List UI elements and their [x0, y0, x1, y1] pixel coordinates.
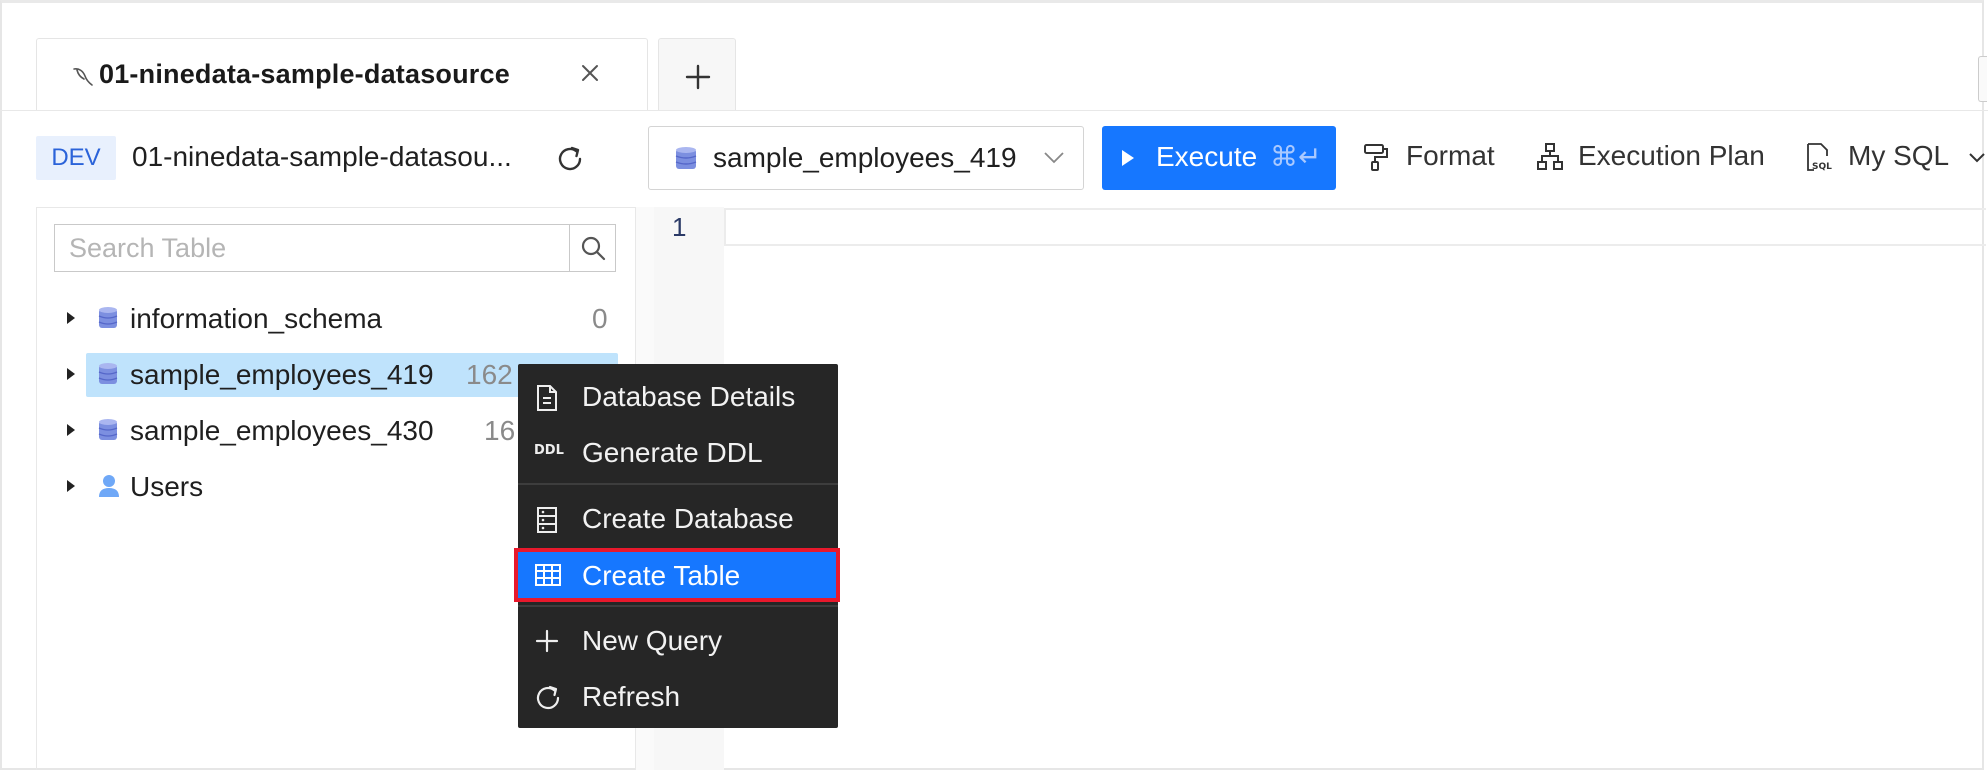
search-button[interactable] — [569, 225, 616, 271]
mysql-dolphin-icon — [73, 68, 93, 86]
sql-file-icon: SQL — [1807, 143, 1832, 172]
menu-item-refresh[interactable]: Refresh — [518, 672, 838, 720]
mysql-label: My SQL — [1848, 140, 1950, 171]
tab-title: 01-ninedata-sample-datasource — [99, 59, 510, 89]
document-icon — [537, 385, 557, 411]
database-icon — [98, 363, 118, 384]
tree-item-label: information_schema — [130, 303, 383, 334]
execution-plan-label: Execution Plan — [1578, 140, 1765, 171]
execute-button[interactable]: Execute ⌘↵ — [1102, 126, 1336, 190]
menu-item-label: New Query — [582, 625, 723, 656]
tab-datasource[interactable]: 01-ninedata-sample-datasource — [36, 38, 648, 111]
execution-plan-button[interactable]: Execution Plan — [1536, 140, 1776, 174]
menu-separator — [518, 483, 838, 485]
menu-item-new-query[interactable]: New Query — [518, 616, 838, 664]
caret-right-icon[interactable] — [66, 479, 76, 493]
datasource-name: 01-ninedata-sample-datasou... — [132, 141, 512, 172]
highlight-annotation-box — [514, 548, 840, 602]
caret-right-icon[interactable] — [66, 367, 76, 381]
chevron-down-icon — [1969, 153, 1985, 163]
database-icon — [98, 419, 118, 440]
menu-separator — [518, 605, 838, 607]
search-input[interactable] — [55, 225, 567, 271]
reload-icon[interactable] — [554, 143, 586, 175]
tree-item-count: 162 — [466, 359, 513, 390]
caret-right-icon[interactable] — [66, 311, 76, 325]
line-number: 1 — [672, 212, 687, 242]
menu-item-label: Database Details — [582, 381, 796, 412]
execute-label: Execute — [1156, 141, 1258, 172]
ddl-icon: DDL — [534, 443, 564, 458]
format-label: Format — [1406, 140, 1495, 171]
refresh-icon — [536, 685, 560, 710]
menu-item-label: Create Database — [582, 503, 794, 534]
mysql-dropdown[interactable]: SQL My SQL — [1804, 140, 1985, 174]
execute-shortcut: ⌘↵ — [1270, 141, 1322, 172]
panel-edge-handle[interactable] — [1978, 56, 1987, 102]
tree-item-count: 16 — [484, 415, 516, 446]
close-icon[interactable] — [577, 60, 603, 86]
format-button[interactable]: Format — [1362, 140, 1512, 174]
tab-bar-divider — [0, 110, 1988, 111]
tree-item-information-schema[interactable]: information_schema 0 — [36, 297, 636, 341]
plus-icon — [535, 629, 559, 653]
caret-right-icon[interactable] — [66, 423, 76, 437]
sql-editor-line[interactable] — [724, 208, 1986, 246]
server-icon — [537, 507, 557, 533]
tree-item-label: Users — [130, 471, 204, 502]
svg-text:SQL: SQL — [1812, 162, 1832, 172]
menu-item-label: Refresh — [582, 681, 681, 712]
search-table-box — [54, 224, 616, 272]
database-icon — [98, 307, 118, 328]
tree-item-label: sample_employees_430 — [130, 415, 434, 446]
search-icon — [581, 236, 606, 261]
user-icon — [99, 475, 119, 497]
chevron-down-icon — [1044, 152, 1064, 164]
selected-database: sample_employees_419 — [713, 142, 1017, 173]
tree-item-label: sample_employees_419 — [130, 359, 434, 390]
paint-roller-icon — [1364, 144, 1388, 171]
env-badge: DEV — [36, 136, 116, 180]
hierarchy-icon — [1537, 143, 1563, 170]
menu-item-label: Generate DDL — [582, 437, 763, 468]
menu-item-database-details[interactable]: Database Details — [518, 372, 838, 420]
plus-icon — [685, 64, 711, 90]
tree-item-count: 0 — [592, 303, 608, 334]
play-icon — [1122, 150, 1134, 166]
database-select[interactable]: sample_employees_419 — [648, 126, 1084, 190]
database-icon — [675, 147, 697, 169]
menu-item-generate-ddl[interactable]: DDL Generate DDL — [518, 428, 838, 476]
add-tab-button[interactable] — [658, 38, 736, 111]
menu-item-create-database[interactable]: Create Database — [518, 494, 838, 542]
